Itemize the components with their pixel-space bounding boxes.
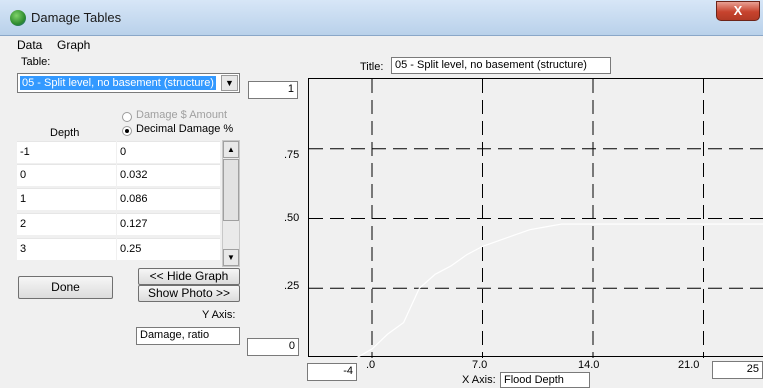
x-max-input[interactable]: 25 — [712, 361, 763, 379]
menu-data[interactable]: Data — [17, 38, 42, 52]
y-tick-label: .25 — [284, 280, 300, 292]
x-tick-label: 14.0 — [578, 359, 600, 371]
radio-damage-amount[interactable] — [122, 112, 132, 122]
table-scrollbar[interactable]: ▲ ▼ — [222, 140, 240, 267]
scroll-up-icon[interactable]: ▲ — [223, 141, 239, 158]
chevron-down-icon[interactable]: ▼ — [221, 75, 238, 91]
radio-decimal-damage-label: Decimal Damage % — [136, 123, 234, 135]
table-dropdown[interactable]: 05 - Split level, no basement (structure… — [17, 73, 240, 93]
y-axis-input[interactable]: Damage, ratio — [136, 327, 240, 345]
table-cell-depth[interactable]: 2 — [17, 213, 116, 235]
table-cell-depth[interactable]: 3 — [17, 238, 116, 260]
x-tick-label: 7.0 — [472, 359, 488, 371]
table-label: Table: — [21, 56, 51, 68]
done-button[interactable]: Done — [18, 276, 113, 299]
y-axis-label: Y Axis: — [202, 309, 236, 321]
radio-damage-amount-label: Damage $ Amount — [136, 109, 228, 121]
damage-graph — [308, 78, 763, 359]
graph-title-label: Title: — [360, 61, 384, 73]
table-cell-depth[interactable]: 0 — [17, 164, 116, 186]
y-min-input[interactable]: 0 — [247, 338, 299, 356]
table-cell-damage[interactable]: 0.086 — [117, 188, 220, 210]
app-globe-icon — [10, 10, 26, 26]
table-cell-depth[interactable]: -1 — [17, 141, 116, 163]
title-bar[interactable]: Damage Tables X — [0, 0, 763, 36]
menu-graph[interactable]: Graph — [57, 38, 90, 52]
y-tick-label: .75 — [284, 149, 300, 161]
radio-decimal-damage[interactable] — [122, 126, 132, 136]
graph-title-input[interactable]: 05 - Split level, no basement (structure… — [391, 57, 611, 74]
table-cell-damage[interactable]: 0.127 — [117, 213, 220, 235]
x-tick-label: .0 — [366, 359, 376, 371]
close-button[interactable]: X — [716, 1, 760, 21]
damage-graph-svg — [309, 79, 763, 359]
scroll-thumb[interactable] — [223, 159, 239, 221]
x-tick-label: 21.0 — [678, 359, 700, 371]
scroll-down-icon[interactable]: ▼ — [223, 249, 239, 266]
table-dropdown-value: 05 - Split level, no basement (structure… — [20, 76, 216, 90]
damage-tables-window: Damage Tables X Data Graph Table: 05 - S… — [0, 0, 763, 388]
x-axis-input[interactable]: Flood Depth — [500, 372, 590, 388]
x-min-input[interactable]: -4 — [307, 363, 357, 381]
depth-column-header: Depth — [50, 127, 80, 139]
table-cell-damage[interactable]: 0.25 — [117, 238, 220, 260]
y-max-input[interactable]: 1 — [248, 81, 298, 99]
window-title: Damage Tables — [31, 10, 122, 25]
table-cell-damage[interactable]: 0 — [117, 141, 220, 163]
y-tick-label: .50 — [284, 212, 300, 224]
show-photo-button[interactable]: Show Photo >> — [138, 285, 240, 302]
hide-graph-button[interactable]: << Hide Graph — [138, 268, 240, 285]
menu-bar: Data Graph — [0, 36, 763, 54]
table-cell-damage[interactable]: 0.032 — [117, 164, 220, 186]
damage-curve-line — [355, 223, 763, 359]
table-cell-depth[interactable]: 1 — [17, 188, 116, 210]
x-axis-label: X Axis: — [462, 374, 496, 386]
